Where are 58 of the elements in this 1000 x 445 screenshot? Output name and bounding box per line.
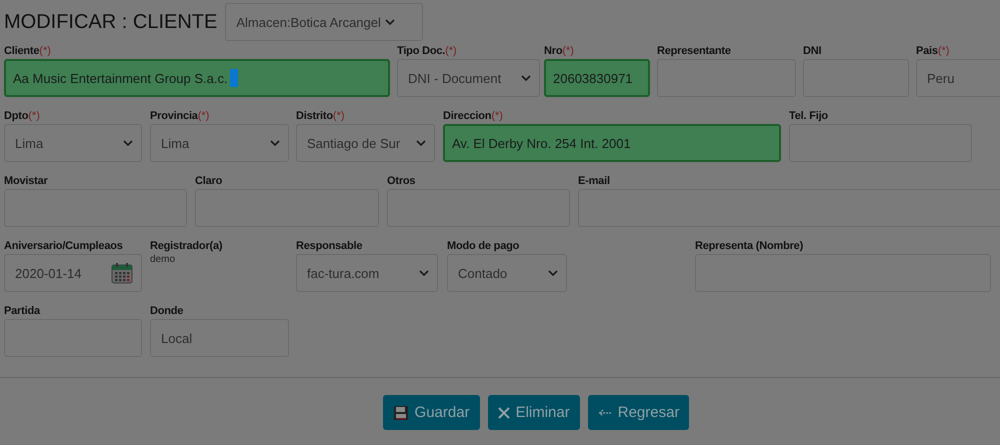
- delete-button[interactable]: Eliminar: [488, 395, 580, 430]
- field-label: Provincia: [150, 110, 198, 123]
- field-label: Movistar: [4, 175, 48, 188]
- chevron-down-icon: [416, 140, 426, 146]
- warehouse-select[interactable]: Almacen:Botica Arcangel: [225, 3, 424, 41]
- field-label: Nro: [544, 45, 562, 58]
- field-label: Tipo Doc.: [397, 45, 446, 58]
- input-field[interactable]: 20603830971: [544, 59, 650, 97]
- back-button[interactable]: Regresar: [588, 395, 690, 430]
- required-mark: (*): [332, 110, 345, 123]
- field-label: Direccion: [443, 110, 492, 123]
- field-label: E-mail: [578, 175, 610, 188]
- field-label: Representa (Nombre): [695, 240, 804, 253]
- field-label: DNI: [803, 45, 822, 58]
- required-mark: (*): [491, 110, 503, 123]
- input-field[interactable]: Av. El Derby Nro. 254 Int. 2001: [443, 124, 781, 162]
- select-field[interactable]: DNI - Document: [397, 59, 540, 97]
- field-label: Claro: [195, 175, 222, 188]
- required-mark: (*): [198, 110, 210, 123]
- required-mark: (*): [39, 45, 51, 58]
- page-title: MODIFICAR : CLIENTE: [4, 10, 218, 34]
- input-field[interactable]: Aa Music Entertainment Group S.a.c.: [4, 59, 390, 97]
- chevron-down-icon: [123, 140, 133, 146]
- close-icon: [498, 406, 510, 418]
- required-mark: (*): [562, 45, 574, 58]
- registrar-value: demo: [150, 254, 176, 266]
- field-label: Modo de pago: [447, 240, 520, 253]
- required-mark: (*): [28, 110, 40, 123]
- chevron-down-icon: [384, 19, 395, 25]
- field-label: Otros: [387, 175, 416, 188]
- field-label: Registrador(a): [150, 240, 222, 253]
- select-field[interactable]: Lima: [150, 124, 289, 162]
- chevron-down-icon: [270, 140, 280, 146]
- field-label: Pais: [916, 45, 938, 58]
- field-label: Aniversario/Cumpleaos: [4, 240, 123, 253]
- select-field[interactable]: Contado: [447, 254, 567, 292]
- required-mark: (*): [445, 45, 457, 58]
- calendar-icon: [111, 262, 133, 284]
- field-label: Cliente: [4, 45, 40, 58]
- input-field[interactable]: Peru: [916, 59, 1000, 97]
- select-field[interactable]: Lima: [4, 124, 142, 162]
- field-label: Partida: [4, 305, 40, 318]
- field-label: Dpto: [4, 110, 28, 123]
- chevron-down-icon: [548, 270, 558, 276]
- input-field[interactable]: Local: [150, 319, 289, 357]
- field-label: Tel. Fijo: [789, 110, 828, 123]
- chevron-down-icon: [521, 75, 531, 81]
- date-field[interactable]: 2020-01-14: [4, 254, 142, 292]
- field-label: Distrito: [296, 110, 333, 123]
- field-label: Donde: [150, 305, 184, 318]
- select-field[interactable]: Santiago de Sur: [296, 124, 435, 162]
- field-label: Representante: [657, 45, 731, 58]
- field-label: Responsable: [296, 240, 362, 253]
- left-arrow-icon: [598, 408, 612, 416]
- save-button[interactable]: Guardar: [382, 395, 480, 430]
- select-field[interactable]: fac-tura.com: [296, 254, 438, 292]
- chevron-down-icon: [419, 270, 429, 276]
- required-mark: (*): [938, 45, 950, 58]
